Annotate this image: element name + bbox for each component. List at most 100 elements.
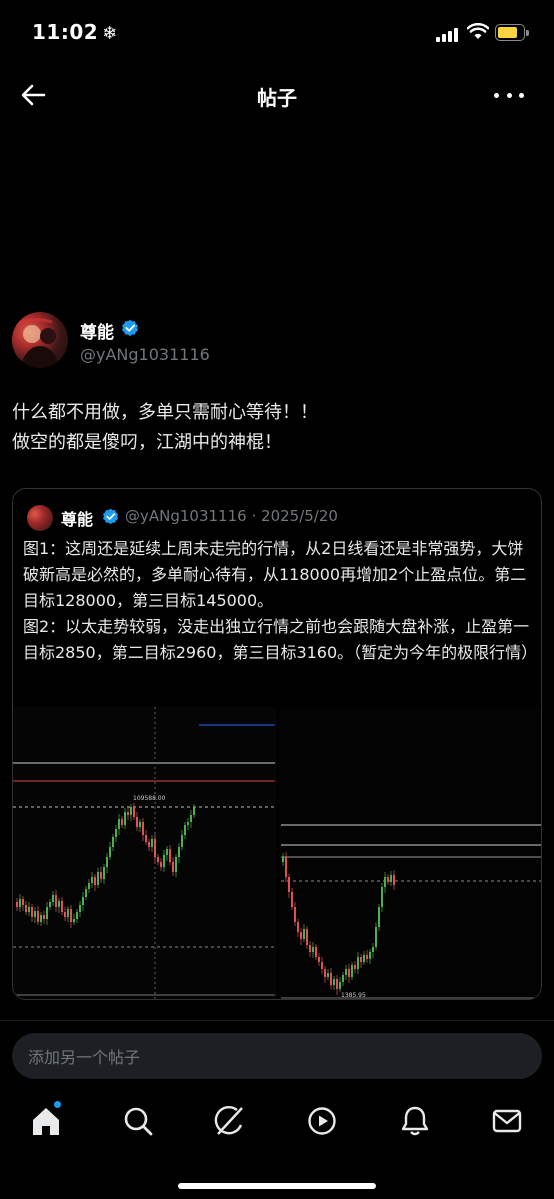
candle [321,962,323,969]
candle [309,945,311,952]
candle [52,895,54,902]
candle [336,979,338,989]
chart2-label: 1385.95 [341,992,366,999]
more-icon[interactable] [494,80,524,110]
post-text-line: 做空的都是傻叼，江湖中的神棍！ [12,432,282,453]
candle [103,867,105,879]
wifi-icon [467,23,489,39]
candle [330,973,332,985]
quoted-post-header: 尊能 @yANg1031116 · 2025/5/20 [27,503,527,531]
top-header: 帖子 [0,66,554,124]
candle [369,952,371,959]
notification-dot [54,1101,61,1108]
candle [378,907,380,927]
notifications-icon[interactable] [398,1104,432,1138]
candle [342,975,344,982]
search-icon[interactable] [121,1104,155,1138]
home-icon[interactable] [29,1101,63,1138]
candle [181,835,183,847]
candle [22,899,24,905]
candle [70,909,72,922]
status-time: 11:02 ❄ [32,20,118,44]
candle [73,919,75,922]
author-row[interactable]: 尊能 @yANg1031116 [12,312,542,372]
quoted-date: 2025/5/20 [261,507,338,525]
candle [91,877,93,883]
candle [31,907,33,917]
quoted-handle: @yANg1031116 [125,507,247,525]
candle [55,895,57,907]
candle [348,969,350,977]
candle [354,965,356,969]
battery-level [498,27,518,38]
candle [136,817,138,827]
candle [381,887,383,907]
candle [58,901,60,907]
candle [166,849,168,855]
candle [112,837,114,847]
candle [61,901,63,912]
chart1-label: 109588.00 [133,795,166,802]
candle [387,877,389,882]
quoted-post[interactable]: 尊能 @yANg1031116 · 2025/5/20 图1：这周还是延续上周未… [12,488,542,1000]
candle [285,857,287,877]
candle [357,957,359,969]
candle [372,947,374,952]
candle [130,807,132,815]
quoted-avatar [27,505,53,531]
candle [282,857,284,862]
candle [109,847,111,857]
candle [187,822,189,825]
candle [393,875,395,885]
candle [49,902,51,907]
candle [193,807,195,815]
candle [366,955,368,959]
candle [43,915,45,919]
candle [97,872,99,885]
candle [163,855,165,867]
post: 尊能 @yANg1031116 什么都不用做，多单只需耐心等待！！ 做空的都是傻… [12,312,542,458]
clock-text: 11:02 [32,20,99,44]
candle [333,979,335,985]
grok-icon[interactable] [213,1104,247,1138]
candle [28,907,30,912]
snowflake-icon: ❄ [102,23,118,44]
candle [324,969,326,977]
candle [85,889,87,897]
candle [315,947,317,957]
chart-images[interactable]: 109588.00 1385.95 [13,707,541,1000]
candle [82,897,84,905]
candle [178,847,180,857]
verified-badge-icon [103,508,118,525]
candle [94,877,96,885]
cellular-signal-icon [436,26,460,42]
avatar[interactable] [12,312,68,368]
candle [64,912,66,917]
candle [40,915,42,922]
author-name[interactable]: 尊能 [80,318,114,343]
messages-icon[interactable] [490,1104,524,1138]
candle [300,932,302,939]
candle [16,902,18,907]
candle [306,929,308,945]
video-icon[interactable] [305,1104,339,1138]
candle [312,947,314,952]
candle [288,877,290,892]
candle [34,911,36,917]
candle [127,812,129,815]
reply-input[interactable]: 添加另一个帖子 [12,1033,542,1079]
candle [37,911,39,922]
post-text: 什么都不用做，多单只需耐心等待！！ 做空的都是傻叼，江湖中的神棍！ [12,398,542,458]
candle [46,907,48,919]
quoted-author-name: 尊能 [61,510,94,529]
candle [291,892,293,907]
home-indicator [178,1183,376,1189]
quoted-text: 图1：这周还是延续上周未走完的行情，从2日线看还是非常强势，大饼破新高是必然的，… [23,536,537,666]
chart-image-1 [13,707,277,999]
candle [118,819,120,829]
candle [169,849,171,862]
candle [121,819,123,825]
candle [76,912,78,919]
author-handle[interactable]: @yANg1031116 [80,345,210,364]
candle [318,957,320,962]
